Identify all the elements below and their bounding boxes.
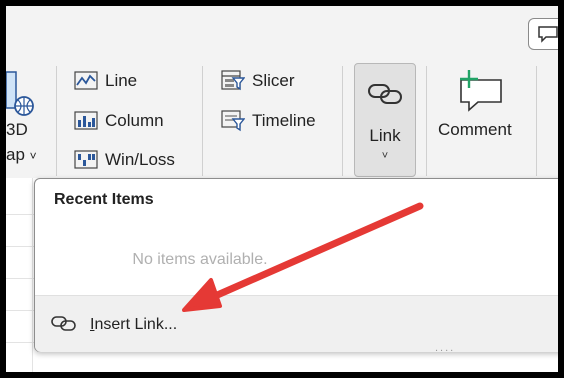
excel-window: 3D ap ˅ ours Line Column Win/Loss Slicer… <box>6 6 558 372</box>
annotation-arrow <box>182 202 424 312</box>
